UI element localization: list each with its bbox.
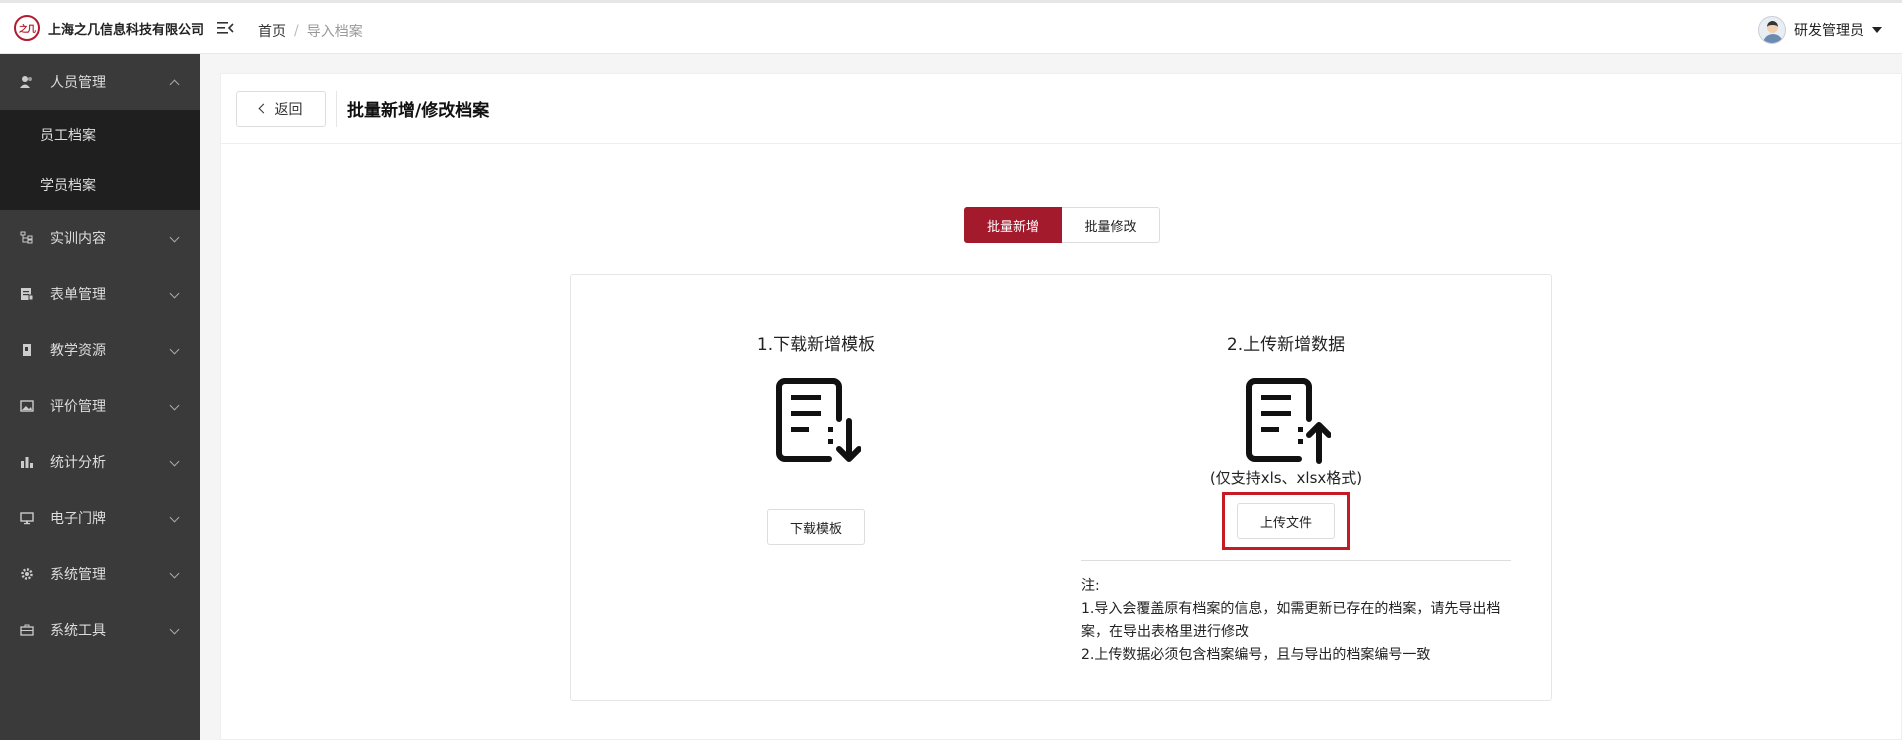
sidebar-item-training[interactable]: 实训内容 <box>0 210 200 266</box>
submenu-people: 员工档案 学员档案 <box>0 110 200 210</box>
user-menu[interactable]: 研发管理员 <box>1758 16 1882 44</box>
chevron-down-icon <box>169 344 180 355</box>
user-name: 研发管理员 <box>1794 23 1864 39</box>
menu-collapse-icon[interactable] <box>216 19 234 37</box>
upload-highlight-box: 上传文件 <box>1222 492 1350 550</box>
download-step-title: 1.下载新增模板 <box>756 335 876 355</box>
note-line-1: 1.导入会覆盖原有档案的信息，如需更新已存在的档案，请先导出档案，在导出表格里进… <box>1081 601 1501 640</box>
form-icon <box>21 288 34 301</box>
company-logo[interactable]: 之几 上海之几信息科技有限公司 <box>14 15 204 41</box>
sidebar-item-evaluation[interactable]: 评价管理 <box>0 378 200 434</box>
sidebar-item-e-doorplate[interactable]: 电子门牌 <box>0 490 200 546</box>
chevron-up-icon <box>169 79 180 90</box>
page-title: 批量新增/修改档案 <box>347 101 490 121</box>
import-card: 1.下载新增模板 下载模板 2.上传新增数据 (仅支持xls、xlsx格式) 上… <box>570 274 1552 701</box>
note-heading: 注: <box>1081 578 1100 594</box>
bar-chart-icon <box>21 457 33 468</box>
main-panel: 返回 批量新增/修改档案 批量新增 批量修改 1.下载新增模板 下载模板 2.上… <box>220 73 1902 740</box>
caret-down-icon <box>1872 27 1882 33</box>
upload-file-button[interactable]: 上传文件 <box>1237 503 1335 539</box>
chevron-down-icon <box>169 512 180 523</box>
back-label: 返回 <box>274 101 303 118</box>
users-icon <box>20 76 32 88</box>
sidebar-item-label: 教学资源 <box>50 343 106 359</box>
chevron-down-icon <box>169 456 180 467</box>
sidebar-item-system-management[interactable]: 系统管理 <box>0 546 200 602</box>
mode-tabs: 批量新增 批量修改 <box>964 207 1160 243</box>
gear-icon <box>21 568 33 580</box>
sidebar-item-label: 系统管理 <box>50 567 106 583</box>
header-divider <box>336 90 337 127</box>
note-line-2: 2.上传数据必须包含档案编号，且与导出的档案编号一致 <box>1081 647 1431 663</box>
toolbox-icon <box>20 624 34 636</box>
download-template-button[interactable]: 下载模板 <box>767 509 865 545</box>
tree-icon <box>20 231 33 244</box>
upload-step-title: 2.上传新增数据 <box>1226 335 1346 355</box>
document-upload-icon <box>1246 378 1331 464</box>
sidebar-item-label: 评价管理 <box>50 399 106 415</box>
sidebar-item-label: 电子门牌 <box>50 511 106 527</box>
page-header: 返回 批量新增/修改档案 <box>221 74 1901 144</box>
sidebar-item-resources[interactable]: 教学资源 <box>0 322 200 378</box>
image-icon <box>20 400 34 412</box>
chevron-down-icon <box>169 288 180 299</box>
download-section: 1.下载新增模板 下载模板 <box>591 275 1041 545</box>
import-notes: 注: 1.导入会覆盖原有档案的信息，如需更新已存在的档案，请先导出档案，在导出表… <box>1081 560 1511 667</box>
sidebar-item-label: 实训内容 <box>50 231 106 247</box>
breadcrumb: 首页 / 导入档案 <box>258 21 363 41</box>
chevron-down-icon <box>169 400 180 411</box>
back-button[interactable]: 返回 <box>236 90 326 127</box>
file-format-hint: (仅支持xls、xlsx格式) <box>1209 469 1363 487</box>
breadcrumb-current: 导入档案 <box>306 24 363 40</box>
monitor-icon <box>20 512 34 525</box>
chevron-down-icon <box>169 568 180 579</box>
avatar <box>1758 16 1786 44</box>
sidebar-item-label: 统计分析 <box>50 455 106 471</box>
sidebar-item-label: 系统工具 <box>50 623 106 639</box>
upload-section: 2.上传新增数据 (仅支持xls、xlsx格式) 上传文件 <box>1061 275 1511 550</box>
sidebar-item-system-tools[interactable]: 系统工具 <box>0 602 200 658</box>
breadcrumb-home[interactable]: 首页 <box>258 21 286 41</box>
document-download-icon <box>776 378 861 462</box>
chevron-left-icon <box>258 103 268 114</box>
sidebar-item-label: 人员管理 <box>50 75 106 91</box>
book-icon <box>23 344 31 356</box>
breadcrumb-separator: / <box>294 23 299 39</box>
top-header: 之几 上海之几信息科技有限公司 首页 / 导入档案 研发管理员 <box>0 0 1902 54</box>
logo-mark: 之几 <box>14 15 40 41</box>
sidebar-item-forms[interactable]: 表单管理 <box>0 266 200 322</box>
sidebar-subitem-employee-files[interactable]: 员工档案 <box>0 110 200 160</box>
sidebar: 人员管理 员工档案 学员档案 实训内容 表单管理 教学资源 评价管理 统计分析 … <box>0 54 200 740</box>
chevron-down-icon <box>169 624 180 635</box>
sidebar-item-label: 表单管理 <box>50 287 106 303</box>
tab-batch-edit[interactable]: 批量修改 <box>1062 207 1160 243</box>
chevron-down-icon <box>169 232 180 243</box>
sidebar-item-people[interactable]: 人员管理 <box>0 54 200 110</box>
tab-batch-add[interactable]: 批量新增 <box>964 207 1062 243</box>
sidebar-item-statistics[interactable]: 统计分析 <box>0 434 200 490</box>
company-name: 上海之几信息科技有限公司 <box>48 22 205 38</box>
sidebar-subitem-student-files[interactable]: 学员档案 <box>0 160 200 210</box>
